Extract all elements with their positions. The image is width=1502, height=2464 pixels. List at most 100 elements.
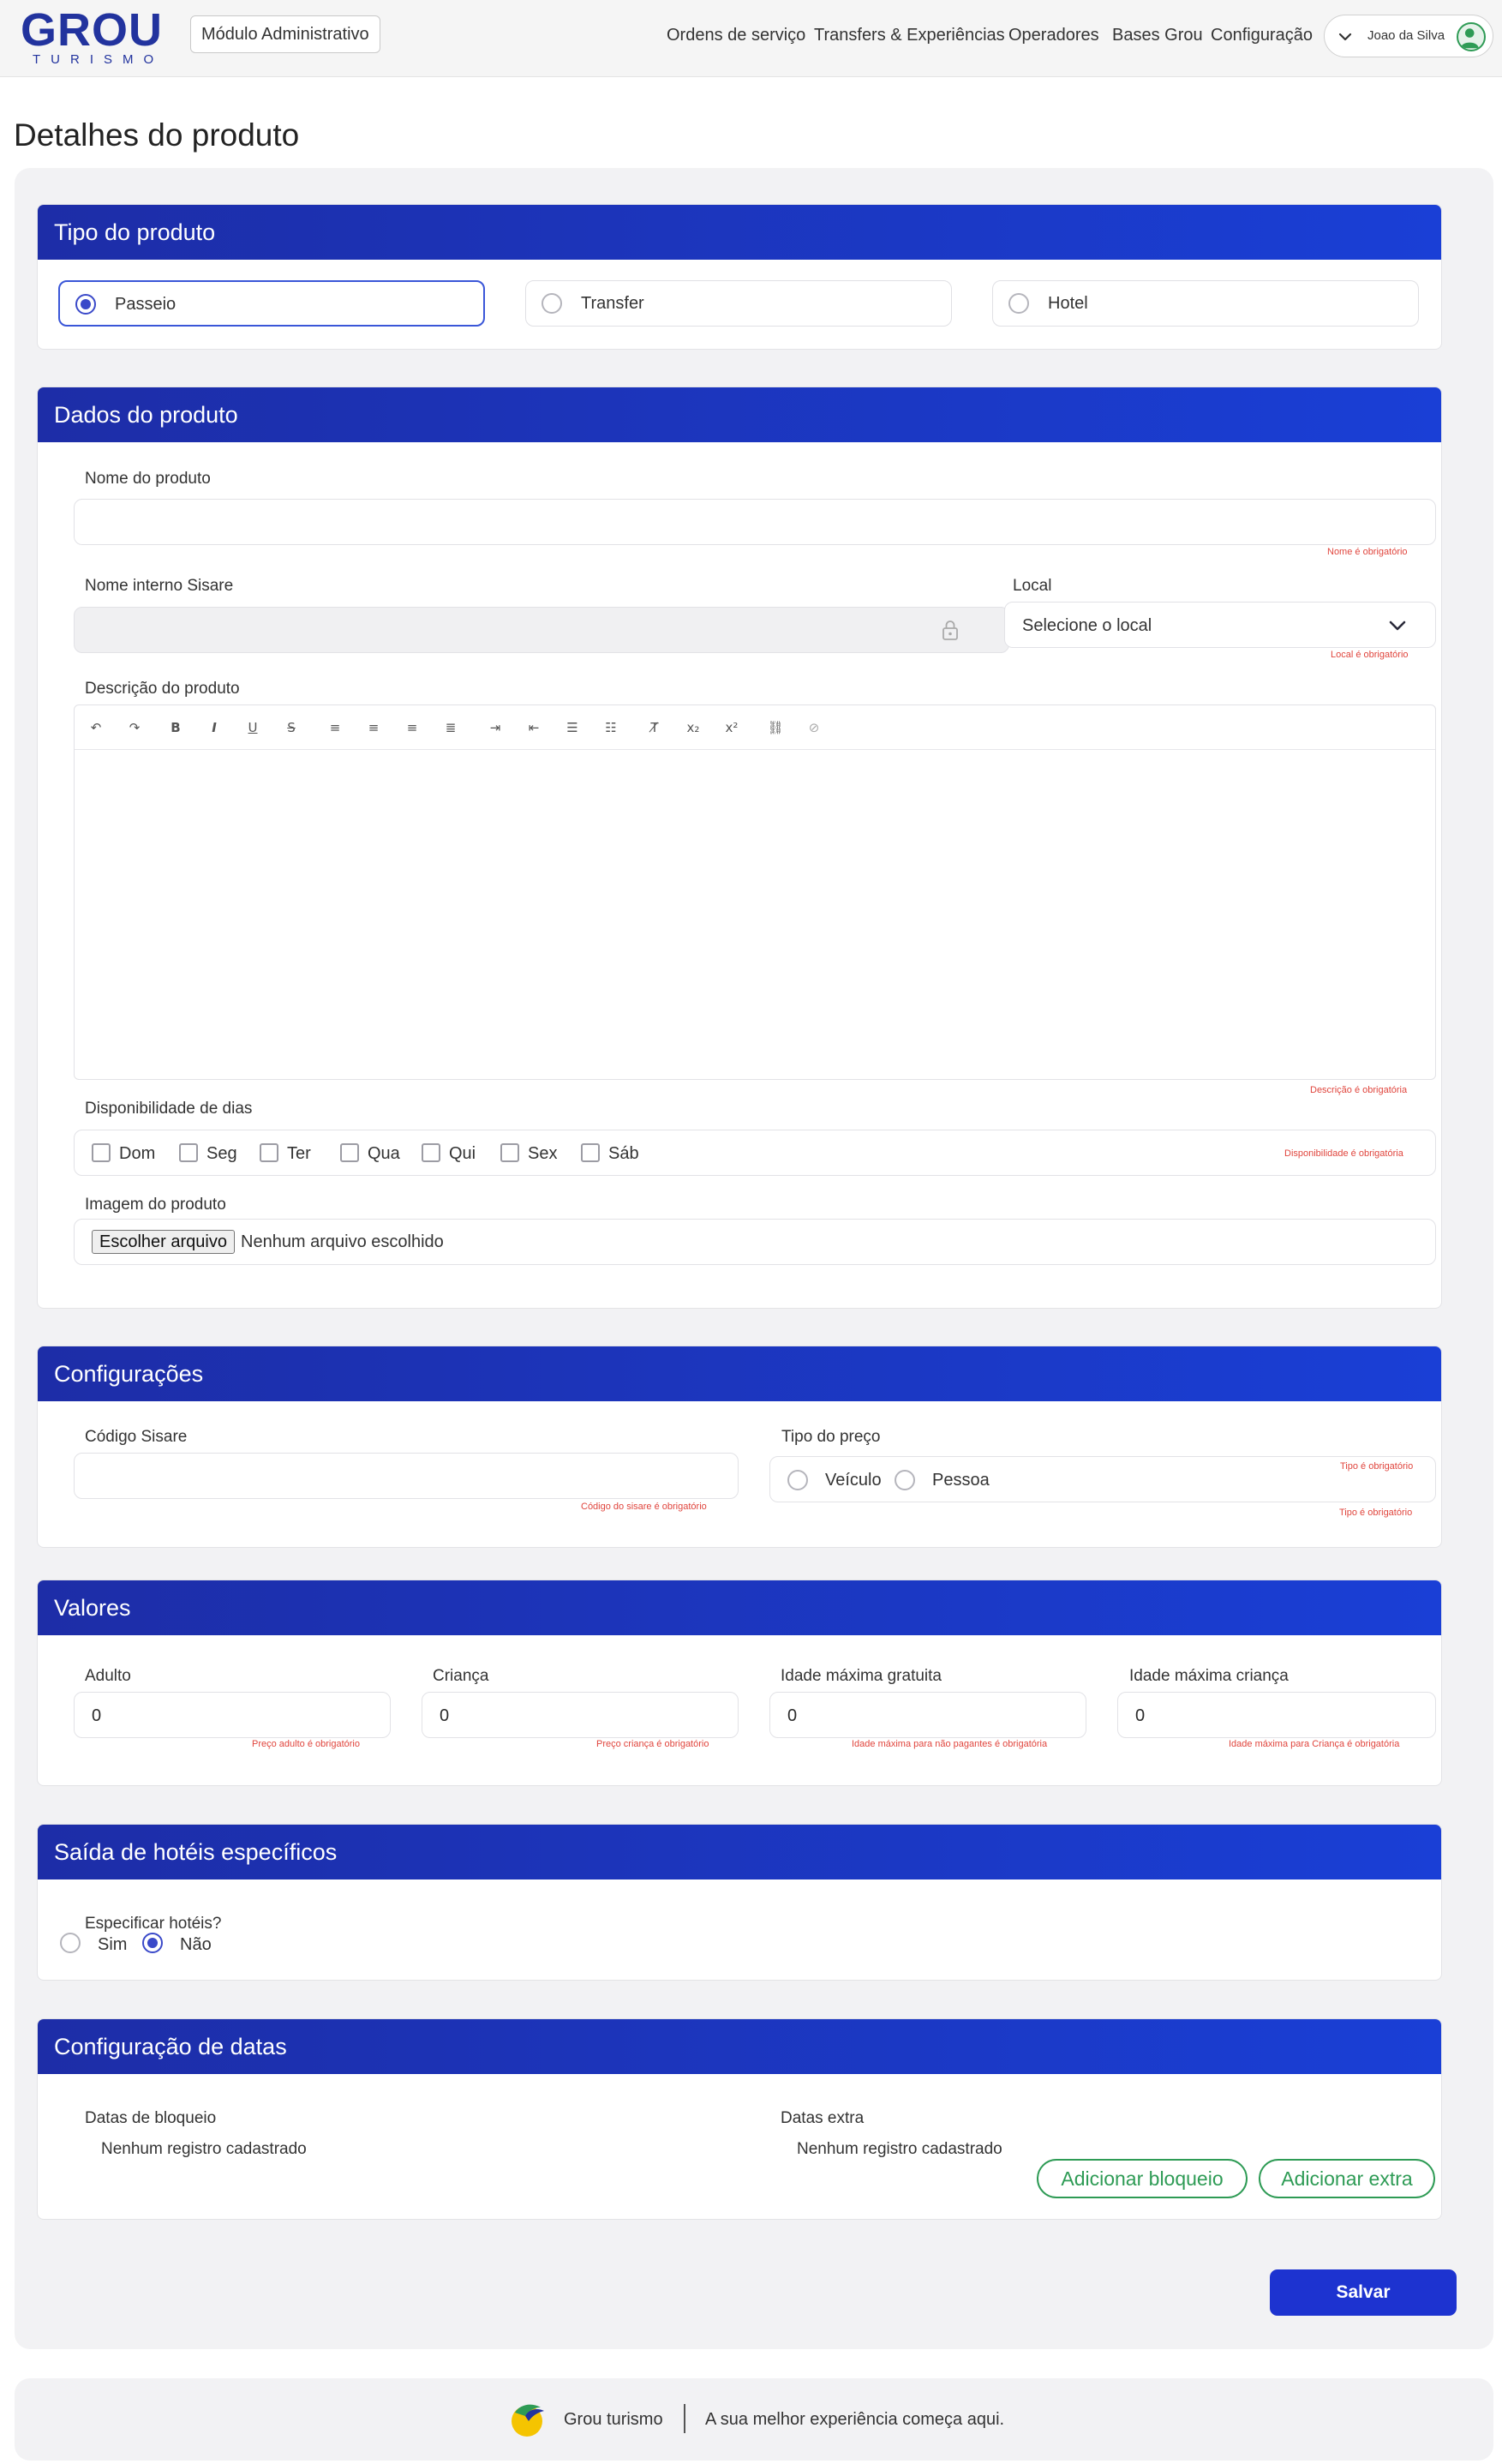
local-select-value: Selecione o local bbox=[1022, 616, 1152, 635]
local-select[interactable]: Selecione o local bbox=[1004, 602, 1436, 648]
especificar-hoteis-label: Especificar hotéis? bbox=[85, 1915, 222, 1933]
datas-extra-label: Datas extra bbox=[781, 2109, 865, 2127]
unlink-icon[interactable]: ⊘ bbox=[801, 705, 827, 750]
nav-bases-grou[interactable]: Bases Grou bbox=[1112, 22, 1203, 48]
user-menu[interactable]: Joao da Silva bbox=[1324, 15, 1493, 57]
indent-icon[interactable]: ⇥ bbox=[482, 705, 508, 750]
subscript-icon[interactable]: x₂ bbox=[680, 705, 706, 750]
tipo-preco-error: Tipo é obrigatório bbox=[1340, 1461, 1414, 1472]
grou-bird-icon bbox=[512, 2404, 544, 2437]
logo-subtext: TURISMO bbox=[33, 52, 165, 67]
align-left-icon[interactable]: ≡ bbox=[322, 705, 348, 750]
option-label: Passeio bbox=[115, 295, 177, 314]
idade-crianca-error: Idade máxima para Criança é obrigatória bbox=[1229, 1739, 1400, 1749]
extra-empty-text: Nenhum registro cadastrado bbox=[797, 2140, 1002, 2158]
card-heading: Configuração de datas bbox=[38, 2019, 1441, 2074]
dia-label: Sex bbox=[528, 1144, 558, 1163]
clear-format-icon[interactable]: T̸ bbox=[642, 705, 667, 750]
footer: Grou turismo A sua melhor experiência co… bbox=[15, 2378, 1493, 2461]
checkbox-seg[interactable] bbox=[179, 1143, 198, 1162]
option-label: Hotel bbox=[1048, 294, 1088, 313]
lock-icon bbox=[942, 620, 958, 640]
card-heading: Dados do produto bbox=[38, 387, 1441, 442]
card-dados-produto: Dados do produto Nome do produto Nome é … bbox=[37, 387, 1442, 1309]
bold-icon[interactable]: B bbox=[163, 705, 188, 750]
descricao-error: Descrição é obrigatória bbox=[1310, 1085, 1408, 1095]
checkbox-ter[interactable] bbox=[260, 1143, 278, 1162]
card-heading: Tipo do produto bbox=[38, 205, 1441, 260]
logo-word: GROU bbox=[21, 4, 163, 56]
descricao-editor[interactable]: ↶ ↷ B I U S ≡ ≡ ≡ ≣ ⇥ ⇤ ☰ ☷ T̸ x₂ x² ⛓ ⊘ bbox=[74, 704, 1436, 1080]
superscript-icon[interactable]: x² bbox=[719, 705, 745, 750]
outdent-icon[interactable]: ⇤ bbox=[521, 705, 547, 750]
checkbox-dom[interactable] bbox=[92, 1143, 111, 1162]
nav-ordens-servico[interactable]: Ordens de serviço bbox=[667, 22, 805, 48]
adulto-input[interactable]: 0 bbox=[74, 1692, 391, 1738]
save-button[interactable]: Salvar bbox=[1270, 2269, 1457, 2316]
dias-error: Disponibilidade é obrigatória bbox=[1284, 1148, 1403, 1159]
nome-error: Nome é obrigatório bbox=[1327, 547, 1408, 557]
undo-icon[interactable]: ↶ bbox=[83, 705, 109, 750]
choose-file-button[interactable]: Escolher arquivo bbox=[92, 1230, 235, 1254]
tipo-preco-label: Tipo do preço bbox=[781, 1428, 881, 1446]
crianca-error: Preço criança é obrigatório bbox=[596, 1739, 709, 1749]
idade-gratuita-input[interactable]: 0 bbox=[769, 1692, 1086, 1738]
nome-produto-input[interactable] bbox=[74, 499, 1436, 545]
idade-crianca-value: 0 bbox=[1135, 1706, 1146, 1725]
dia-label: Seg bbox=[206, 1144, 237, 1163]
adulto-error: Preço adulto é obrigatório bbox=[252, 1739, 360, 1749]
codigo-sisare-input[interactable] bbox=[74, 1453, 739, 1499]
codigo-error: Código do sisare é obrigatório bbox=[581, 1502, 707, 1512]
align-right-icon[interactable]: ≡ bbox=[399, 705, 425, 750]
radio-pessoa[interactable] bbox=[895, 1470, 915, 1490]
option-hotel[interactable]: Hotel bbox=[992, 280, 1419, 327]
italic-icon[interactable]: I bbox=[201, 705, 227, 750]
radio-nao[interactable] bbox=[142, 1933, 163, 1953]
align-center-icon[interactable]: ≡ bbox=[361, 705, 386, 750]
option-label: Veículo bbox=[825, 1471, 882, 1490]
add-extra-button[interactable]: Adicionar extra bbox=[1259, 2159, 1435, 2198]
option-passeio[interactable]: Passeio bbox=[58, 280, 485, 327]
crianca-label: Criança bbox=[433, 1667, 489, 1685]
nav-transfers-experiencias[interactable]: Transfers & Experiências bbox=[814, 22, 1005, 48]
radio-passeio[interactable] bbox=[75, 294, 96, 315]
local-label: Local bbox=[1013, 577, 1052, 595]
dia-label: Dom bbox=[119, 1144, 156, 1163]
page-title: Detalhes do produto bbox=[14, 117, 300, 153]
strikethrough-icon[interactable]: S bbox=[278, 705, 304, 750]
crianca-input[interactable]: 0 bbox=[422, 1692, 739, 1738]
checkbox-qui[interactable] bbox=[422, 1143, 440, 1162]
card-valores: Valores Adulto 0 Preço adulto é obrigató… bbox=[37, 1580, 1442, 1786]
idade-crianca-input[interactable]: 0 bbox=[1117, 1692, 1436, 1738]
align-justify-icon[interactable]: ≣ bbox=[438, 705, 464, 750]
redo-icon[interactable]: ↷ bbox=[122, 705, 147, 750]
checkbox-sex[interactable] bbox=[500, 1143, 519, 1162]
numbered-list-icon[interactable]: ☷ bbox=[598, 705, 624, 750]
adulto-value: 0 bbox=[92, 1706, 102, 1725]
chevron-down-icon bbox=[1389, 620, 1406, 631]
dias-group: Dom Seg Ter Qua Qui Sex Sáb Disponibilid… bbox=[74, 1130, 1436, 1176]
dia-label: Sáb bbox=[608, 1144, 639, 1163]
radio-hotel[interactable] bbox=[1008, 293, 1029, 314]
nav-operadores[interactable]: Operadores bbox=[1008, 22, 1099, 48]
file-status: Nenhum arquivo escolhido bbox=[241, 1232, 444, 1251]
add-bloqueio-button[interactable]: Adicionar bloqueio bbox=[1037, 2159, 1248, 2198]
module-button[interactable]: Módulo Administrativo bbox=[190, 15, 380, 53]
bullet-list-icon[interactable]: ☰ bbox=[560, 705, 585, 750]
idade-gratuita-value: 0 bbox=[787, 1706, 798, 1725]
grou-logo[interactable]: GROU TURISMO bbox=[21, 5, 168, 69]
option-transfer[interactable]: Transfer bbox=[525, 280, 952, 327]
card-configuracoes: Configurações Código Sisare Código do si… bbox=[37, 1346, 1442, 1548]
link-icon[interactable]: ⛓ bbox=[763, 705, 788, 750]
checkbox-sab[interactable] bbox=[581, 1143, 600, 1162]
checkbox-qua[interactable] bbox=[340, 1143, 359, 1162]
nome-interno-label: Nome interno Sisare bbox=[85, 577, 234, 595]
tipo-preco-group: Veículo Pessoa Tipo é obrigatório bbox=[769, 1456, 1436, 1502]
radio-sim[interactable] bbox=[60, 1933, 81, 1953]
underline-icon[interactable]: U bbox=[240, 705, 266, 750]
radio-transfer[interactable] bbox=[542, 293, 562, 314]
imagem-file-input[interactable]: Escolher arquivo Nenhum arquivo escolhid… bbox=[74, 1219, 1436, 1265]
dia-label: Ter bbox=[287, 1144, 311, 1163]
radio-veiculo[interactable] bbox=[787, 1470, 808, 1490]
nav-configuracao[interactable]: Configuração bbox=[1211, 22, 1313, 48]
